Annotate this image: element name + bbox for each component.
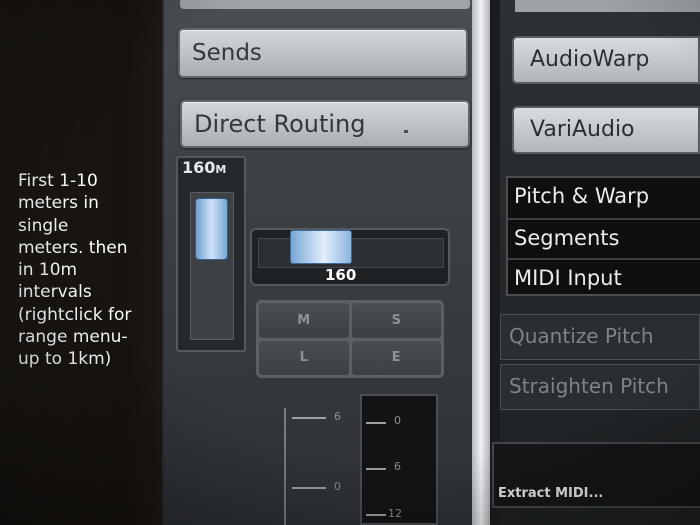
meter-tick: [366, 422, 386, 424]
direct-routing-indicator: [404, 130, 408, 133]
top-strip: [180, 0, 470, 9]
variaudio-tab[interactable]: VariAudio: [512, 106, 700, 154]
meter-label-0: 0: [334, 480, 341, 493]
horizontal-fader-handle[interactable]: [290, 230, 352, 264]
annotation-text: First 1-10 meters in single meters. then…: [18, 171, 132, 370]
list-separator: [508, 218, 700, 220]
meter-label-6: 6: [394, 460, 401, 473]
solo-button[interactable]: S: [351, 303, 441, 338]
meter-label-6: 6: [334, 410, 341, 423]
meter-label-12: 12: [388, 507, 402, 520]
extract-midi-button[interactable]: Extract MIDI...: [498, 486, 603, 501]
right-top-strip: [515, 0, 700, 12]
list-separator: [508, 258, 700, 260]
quantize-pitch-button[interactable]: Quantize Pitch: [500, 314, 700, 360]
direct-routing-button[interactable]: Direct Routing: [180, 100, 470, 148]
channel-buttons-grid: M S L E: [256, 300, 444, 378]
meter-tick: [292, 417, 326, 419]
listen-button[interactable]: L: [259, 340, 349, 375]
mute-button[interactable]: M: [259, 303, 349, 338]
audiowarp-tab[interactable]: AudioWarp: [512, 36, 700, 84]
vertical-fader-handle[interactable]: [195, 198, 228, 260]
list-item-segments[interactable]: Segments: [514, 226, 619, 250]
meter-scale-line: [284, 408, 286, 525]
list-item-pitch-warp[interactable]: Pitch & Warp: [514, 184, 649, 208]
horizontal-fader-value: 160: [325, 266, 357, 284]
meter-tick: [292, 487, 326, 489]
meter-tick: [366, 514, 386, 516]
vertical-fader-value: 160M: [182, 158, 227, 177]
meter-label-0: 0: [394, 414, 401, 427]
list-item-midi-input[interactable]: MIDI Input: [514, 266, 622, 290]
sends-button[interactable]: Sends: [178, 28, 468, 78]
straighten-pitch-button[interactable]: Straighten Pitch: [500, 364, 700, 410]
meter-tick: [366, 468, 386, 470]
edit-button[interactable]: E: [351, 340, 441, 375]
panel-divider[interactable]: [472, 0, 490, 525]
